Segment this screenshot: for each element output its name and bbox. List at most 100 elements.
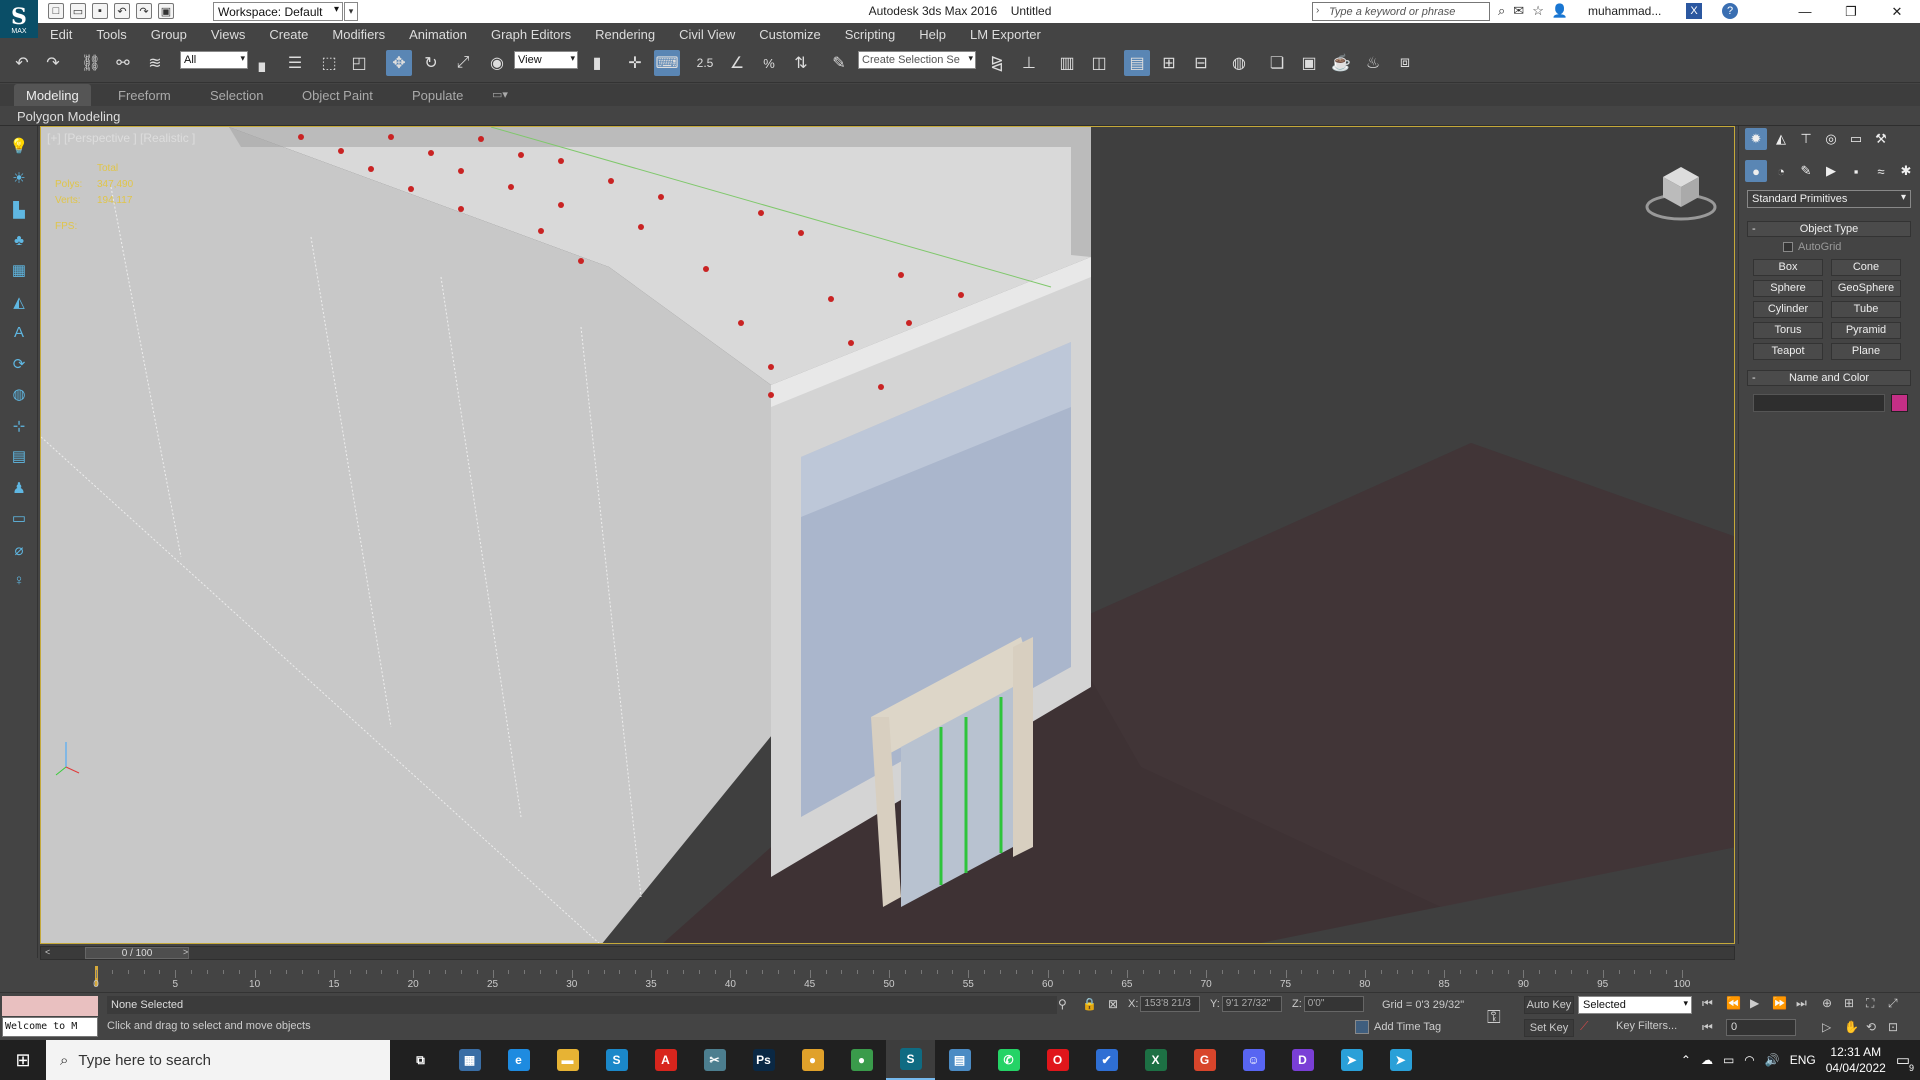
close-icon[interactable]: ✕ <box>1874 0 1920 23</box>
sun-icon[interactable]: ☀ <box>7 166 31 190</box>
infocenter-search[interactable]: › Type a keyword or phrase <box>1312 2 1490 21</box>
select-by-name-icon[interactable]: ☰ <box>282 50 308 76</box>
absolute-mode-icon[interactable]: ⊠ <box>1108 997 1118 1011</box>
rendered-frame-window-icon[interactable]: ▣ <box>1296 50 1322 76</box>
sphere-icon[interactable]: ◍ <box>7 382 31 406</box>
next-frame-arrow-icon[interactable]: > <box>183 947 188 957</box>
undo-icon[interactable]: ↶ <box>9 50 35 76</box>
select-manipulate-icon[interactable]: ✛ <box>622 50 648 76</box>
taskbar-app-file-explorer-icon[interactable]: ▬ <box>543 1040 592 1080</box>
paint-icon[interactable]: ◭ <box>7 290 31 314</box>
taskbar-app-notes-icon[interactable]: ▤ <box>935 1040 984 1080</box>
play-icon[interactable]: ▶ <box>1750 996 1759 1010</box>
taskbar-app-telegram-2-icon[interactable]: ➤ <box>1376 1040 1425 1080</box>
edit-named-selection-icon[interactable]: ✎ <box>826 50 852 76</box>
percent-snap-icon[interactable]: % <box>756 50 782 76</box>
next-frame-icon[interactable]: ⏩ <box>1772 996 1787 1010</box>
key-mode-toggle-icon[interactable]: ⏮ <box>1702 1020 1713 1035</box>
volume-icon[interactable]: 🔊 <box>1765 1053 1780 1067</box>
named-selection-set-dropdown[interactable]: Create Selection Se <box>858 51 976 69</box>
pivot-point-center-icon[interactable]: ▮ <box>584 50 610 76</box>
wifi-icon[interactable]: ◠ <box>1744 1053 1754 1067</box>
taskbar-app-app-purple-icon[interactable]: D <box>1278 1040 1327 1080</box>
snaps-toggle-icon[interactable]: 2.5 <box>692 50 718 76</box>
shapes-icon[interactable]: ◔ <box>1770 160 1792 182</box>
previous-frame-icon[interactable]: ⏪ <box>1726 996 1741 1010</box>
notification-icon[interactable]: ▭ 9 <box>1896 1051 1914 1073</box>
render-setup-icon[interactable]: ❏ <box>1264 50 1290 76</box>
go-to-end-icon[interactable]: ⏭ <box>1796 996 1807 1011</box>
schematic-view-icon[interactable]: ⊟ <box>1188 50 1214 76</box>
taskbar-app-discord-icon[interactable]: ☺ <box>1229 1040 1278 1080</box>
teapot-button[interactable]: Teapot <box>1753 343 1823 360</box>
orbit-icon[interactable]: ⌀ <box>7 538 31 562</box>
panel-icon[interactable]: ▤ <box>7 444 31 468</box>
space-warps-icon[interactable]: ≈ <box>1870 160 1892 182</box>
menu-help[interactable]: Help <box>907 27 958 42</box>
ribbon-toggle-icon[interactable]: ▤ <box>1124 50 1150 76</box>
autogrid-checkbox[interactable]: AutoGrid <box>1783 241 1841 253</box>
undo-icon[interactable]: ↶ <box>114 3 130 19</box>
viewcube-icon[interactable] <box>1641 155 1721 225</box>
bind-spacewarp-icon[interactable]: ≋ <box>142 50 168 76</box>
taskbar-app-photoshop-icon[interactable]: Ps <box>739 1040 788 1080</box>
qat-customize-icon[interactable]: ▾ <box>344 2 358 21</box>
add-time-tag[interactable]: Add Time Tag <box>1355 1020 1441 1034</box>
grid-icon[interactable]: ⊹ <box>7 414 31 438</box>
select-and-rotate-icon[interactable]: ↻ <box>418 50 444 76</box>
unlink-icon[interactable]: ⚯ <box>110 50 136 76</box>
tab-modeling[interactable]: Modeling <box>14 84 91 106</box>
maxscript-listener-input[interactable] <box>2 996 98 1016</box>
clock[interactable]: 12:31 AM 04/04/2022 <box>1826 1044 1886 1076</box>
select-and-place-icon[interactable]: ◉ <box>484 50 510 76</box>
current-frame-field[interactable]: 0 <box>1726 1019 1796 1036</box>
select-and-scale-icon[interactable]: ⤢ <box>450 50 476 76</box>
rotate-view-icon[interactable]: ⟳ <box>7 352 31 376</box>
angle-snap-icon[interactable]: ∠ <box>724 50 750 76</box>
scene-explorer-icon[interactable]: ▥ <box>1054 50 1080 76</box>
taskbar-app-opera-icon[interactable]: O <box>1033 1040 1082 1080</box>
viewport-toggle-icon[interactable]: ⊡ <box>1888 1020 1898 1034</box>
object-color-swatch[interactable] <box>1891 394 1908 412</box>
ribbon-options-icon[interactable]: ▭▾ <box>480 84 520 106</box>
time-slider[interactable]: < 0 / 100 > <box>40 946 1735 960</box>
exchange-icon[interactable]: X <box>1686 3 1702 19</box>
geosphere-button[interactable]: GeoSphere <box>1831 280 1901 297</box>
help-icon[interactable]: ? <box>1722 3 1738 19</box>
torus-button[interactable]: Torus <box>1753 322 1823 339</box>
zoom-extents-icon[interactable]: ⊕ <box>1822 996 1832 1010</box>
tab-freeform[interactable]: Freeform <box>106 84 183 106</box>
box-button[interactable]: Box <box>1753 259 1823 276</box>
taskbar-app-todo-icon[interactable]: ✔ <box>1082 1040 1131 1080</box>
menu-civil-view[interactable]: Civil View <box>667 27 747 42</box>
tree-icon[interactable]: ♣ <box>7 228 31 252</box>
key-mode-dropdown[interactable]: Selected <box>1578 996 1692 1014</box>
cloud-icon[interactable]: ☁ <box>1701 1053 1713 1067</box>
binoculars-icon[interactable]: ⌕ <box>1498 3 1505 19</box>
previous-frame-arrow-icon[interactable]: < <box>45 947 50 957</box>
letter-icon[interactable]: A <box>7 320 31 344</box>
set-key-button[interactable]: Set Key <box>1524 1019 1574 1037</box>
zoom-extents-all-icon[interactable]: ⛶ <box>1866 996 1874 1011</box>
minimize-icon[interactable]: — <box>1782 0 1828 23</box>
z-coordinate-field[interactable]: 0'0" <box>1303 996 1364 1012</box>
redo-icon[interactable]: ↷ <box>40 50 66 76</box>
lights-icon[interactable]: ✎ <box>1795 160 1817 182</box>
track-bar[interactable]: 0 5 10 15 20 25 30 35 40 45 50 55 60 65 70 75 80 85 90 95 10… <box>40 962 1735 992</box>
hierarchy-tab-icon[interactable]: ⊤ <box>1795 128 1817 150</box>
selection-filter-dropdown[interactable]: All <box>180 51 248 69</box>
cameras-icon[interactable]: ▶ <box>1820 160 1842 182</box>
app-logo-icon[interactable]: S MAX <box>0 0 38 38</box>
favorites-star-icon[interactable]: ☆ <box>1532 3 1544 19</box>
tab-selection[interactable]: Selection <box>198 84 275 106</box>
taskbar-app-task-view-icon[interactable]: ⧉ <box>396 1040 445 1080</box>
menu-scripting[interactable]: Scripting <box>833 27 908 42</box>
utilities-tab-icon[interactable]: ⚒ <box>1870 128 1892 150</box>
menu-modifiers[interactable]: Modifiers <box>320 27 397 42</box>
curve-editor-icon[interactable]: ⊞ <box>1156 50 1182 76</box>
communication-center-icon[interactable]: ✉ <box>1513 3 1524 19</box>
tab-populate[interactable]: Populate <box>400 84 475 106</box>
link-icon[interactable]: ⛓ <box>78 50 104 76</box>
key-icon[interactable]: ⚿ <box>1487 1007 1501 1028</box>
battery-icon[interactable]: ▭ <box>1723 1053 1734 1067</box>
